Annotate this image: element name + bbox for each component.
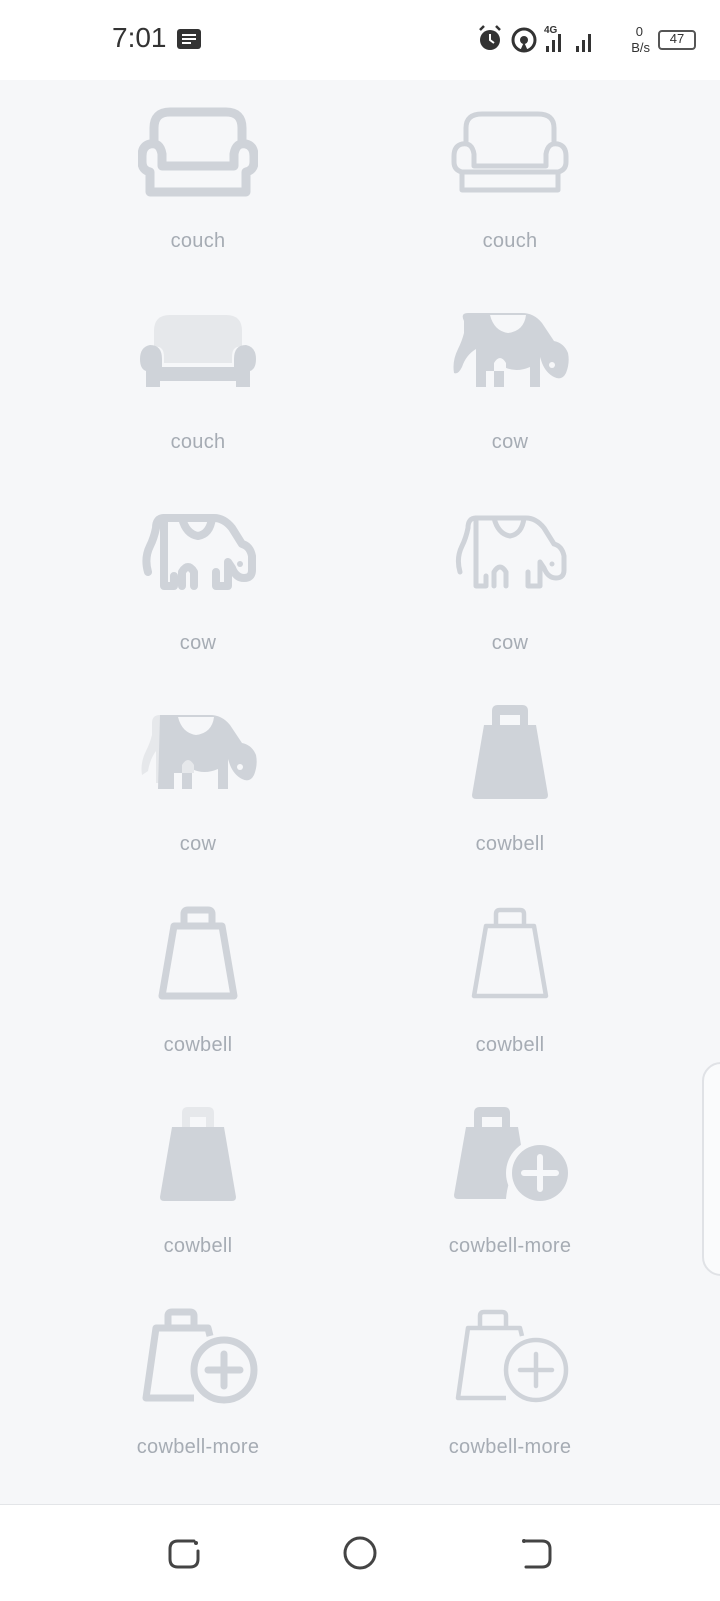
icon-label: couch [170, 431, 226, 453]
cowbell-regular-icon [158, 906, 238, 1000]
icon-card[interactable]: cow [360, 482, 660, 687]
icon-card[interactable]: cowbell [360, 884, 660, 1089]
couch-duotone-icon [140, 315, 256, 387]
recents-button[interactable] [164, 1533, 204, 1573]
icon-card[interactable]: couch [48, 281, 348, 486]
icon-label: cow [491, 632, 529, 654]
icon-label: cow [179, 833, 217, 855]
icon-card[interactable]: cowbell-more [360, 1085, 660, 1290]
hotspot-icon [511, 27, 537, 53]
alarm-icon [479, 25, 501, 50]
icon-label: cow [491, 431, 529, 453]
home-button[interactable] [340, 1533, 380, 1573]
cow-light-icon [455, 515, 567, 589]
cowbell-more-regular-icon [142, 1308, 258, 1404]
icon-card[interactable]: cowbell [48, 1085, 348, 1290]
cowbell-more-light-icon [455, 1309, 569, 1403]
status-time: 7:01 [112, 22, 167, 53]
icon-label: couch [170, 230, 226, 252]
cowbell-duotone-icon [160, 1107, 236, 1201]
icon-card[interactable]: cowbell [360, 683, 660, 888]
network-speed-unit: B/s [631, 40, 650, 55]
battery-level: 47 [669, 31, 685, 46]
icon-card[interactable]: cowbell-more [48, 1286, 348, 1491]
icon-label: couch [482, 230, 538, 252]
signal-icon: 4G [544, 25, 591, 52]
network-speed-value: 0 [635, 24, 643, 39]
status-bar: 7:01 4G 0 B/s 47 [0, 0, 720, 80]
icon-label: cowbell [475, 1034, 545, 1056]
cowbell-solid-icon [472, 705, 548, 799]
cow-duotone-icon [141, 715, 257, 789]
icon-label: cowbell [475, 833, 545, 855]
icon-card[interactable]: cow [48, 482, 348, 687]
icon-label: cowbell-more [448, 1235, 572, 1257]
icon-grid: couch couch couch cow cow cow cow cowbel… [0, 80, 720, 1504]
couch-regular-icon [138, 107, 258, 197]
icon-card[interactable]: couch [360, 80, 660, 285]
icon-card[interactable]: cow [48, 683, 348, 888]
icon-label: cow [179, 632, 217, 654]
icon-card[interactable]: cowbell-more [360, 1286, 660, 1491]
cowbell-light-icon [471, 907, 549, 999]
message-icon [176, 28, 202, 55]
cow-regular-icon [142, 514, 256, 590]
couch-light-icon [451, 111, 569, 193]
icon-label: cowbell-more [136, 1436, 260, 1458]
icon-label: cowbell-more [448, 1436, 572, 1458]
icon-card[interactable]: cowbell [48, 884, 348, 1089]
svg-text:4G: 4G [544, 25, 558, 36]
battery-icon: 47 [658, 30, 696, 50]
cow-solid-icon [453, 313, 569, 387]
back-button[interactable] [516, 1533, 556, 1573]
icon-card[interactable]: couch [48, 80, 348, 285]
icon-label: cowbell [163, 1034, 233, 1056]
cowbell-more-solid-icon [454, 1107, 570, 1205]
edge-panel-handle[interactable] [702, 1062, 720, 1276]
icon-label: cowbell [163, 1235, 233, 1257]
icon-card[interactable]: cow [360, 281, 660, 486]
navigation-bar [0, 1504, 720, 1601]
